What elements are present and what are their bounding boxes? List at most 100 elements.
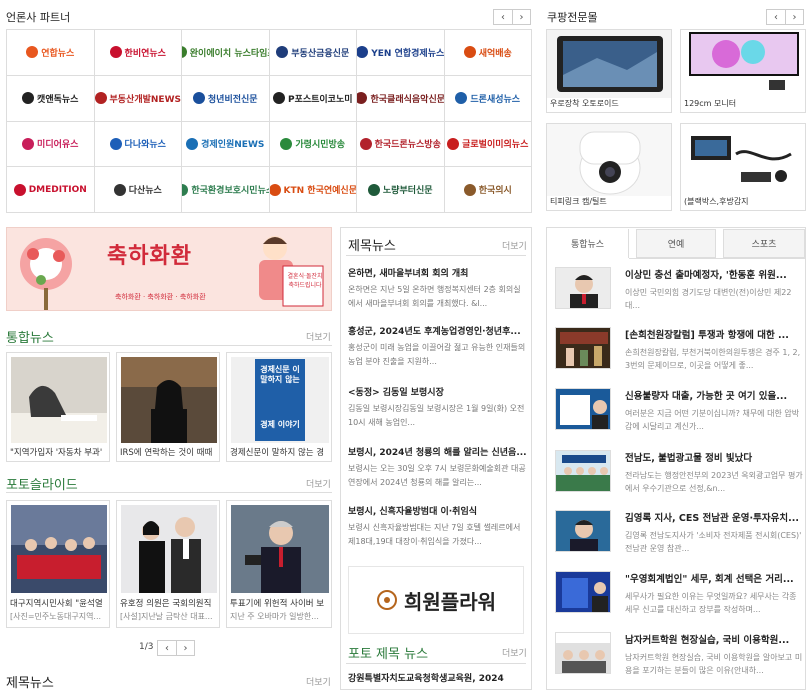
slide-prev-button[interactable]: ‹	[158, 641, 176, 655]
right-news-item[interactable]: 김영록 지사, CES 전남관 운영·투자유치... 김영록 전남도지사가 '소…	[555, 510, 803, 556]
news-headline[interactable]: 이상민 충선 출마예정자, '한동훈 위원...	[625, 267, 803, 281]
bottom-title-news-more-link[interactable]: 더보기	[306, 675, 331, 688]
partner-logo-icon	[447, 137, 460, 150]
coupang-product[interactable]: 티피링크 캠/틸트	[546, 123, 672, 211]
news-headline[interactable]: 보령시, 2024년 청룡의 해를 알리는 신년음...	[348, 445, 526, 458]
product-label: 티피링크 캠/틸트	[550, 197, 607, 206]
title-news-item[interactable]: 보령시, 2024년 청룡의 해를 알리는 신년음... 보령시는 오는 30일…	[348, 445, 526, 490]
partner-logo-icon	[94, 92, 107, 105]
news-headline[interactable]: 전남도, 불법광고물 정비 빛났다	[625, 450, 803, 464]
partner-logo[interactable]: 완이에이치 뉴스타임즈	[182, 30, 270, 76]
partner-logo[interactable]: 가령시민방송	[269, 121, 357, 168]
right-news-item[interactable]: 전남도, 불법광고물 정비 빛났다 전라남도는 행정안전부의 2023년 옥외광…	[555, 450, 803, 496]
ad-text: 희원플라워	[404, 589, 496, 614]
partner-logo[interactable]: 미디어유스	[7, 121, 95, 168]
photo-title-news-headline[interactable]: 강원특별자치도교육청학생교육원, 2024	[348, 671, 526, 684]
right-news-item[interactable]: 남자커트학원 현장실습, 국비 이용학원... 남자커트학원 현장실습, 국비 …	[555, 632, 803, 678]
integrated-more-link[interactable]: 더보기	[306, 330, 331, 343]
partner-logo[interactable]: 부동산개발NEWS	[94, 75, 182, 122]
title-news-item[interactable]: 홍성군, 2024년도 후계농업경영인·청년후... 홍성군이 미래 농업을 이…	[348, 324, 526, 369]
partner-logo[interactable]: 새억배송	[444, 30, 532, 76]
partners-title: 언론사 파트너	[6, 11, 71, 24]
partner-logo[interactable]: 한비연뉴스	[94, 30, 182, 76]
partner-logo[interactable]: DMEDITION	[7, 167, 95, 213]
news-headline[interactable]: 남자커트학원 현장실습, 국비 이용학원...	[625, 632, 803, 646]
partner-logo[interactable]: YEN 연합경제뉴스	[357, 30, 445, 76]
tab-entertainment[interactable]: 연예	[636, 229, 716, 258]
right-news-item[interactable]: 신용불량자 대출, 가능한 곳 여기 있을... 여러분은 지금 어떤 기분이십…	[555, 388, 803, 434]
integrated-card[interactable]: 경제신문 이 말하지 않는 경제 이야기 경제신문이 말하지 않는 경	[226, 352, 332, 462]
flower-ad-banner[interactable]: 희원플라워	[348, 566, 524, 634]
news-photo	[11, 505, 107, 593]
title-news-item[interactable]: <동정> 김동일 보령시장 김동일 보령시장김동일 보령시장은 1월 9일(화)…	[348, 385, 526, 430]
partner-logo-text: 노량부터신문	[382, 186, 433, 197]
wreath-banner[interactable]: 축하화환 축하화환 · 축하화환 · 축하화환 결혼식·돌잔치 축하드립니다	[6, 227, 332, 311]
blackbox-image	[681, 124, 805, 196]
right-news-item[interactable]: "우영회계법인" 세무, 회계 선택은 거리... 세무사가 필요한 이유는 무…	[555, 571, 803, 617]
camera-image	[547, 124, 671, 196]
partners-next-button[interactable]: ›	[512, 10, 530, 24]
right-news-item[interactable]: 이상민 충선 출마예정자, '한동훈 위원... 이상민 국민의힘 경기도당 대…	[555, 267, 803, 313]
news-headline[interactable]: 홍성군, 2024년도 후계농업경영인·청년후...	[348, 324, 526, 337]
photo-slide-card[interactable]: 투표기에 위헌적 사이버 보 지난 주 오바마가 일방한...	[226, 500, 332, 628]
photo-slide-card[interactable]: 유호정 의원은 국회의원직 [사설]지난날 금탁산 대표...	[116, 500, 220, 628]
title-news-more-link[interactable]: 더보기	[502, 239, 527, 252]
partner-logo-text: 한국드론뉴스방송	[374, 140, 441, 151]
partner-logo[interactable]: 글로벌이미의뉴스	[444, 121, 532, 168]
integrated-title: 통합뉴스	[6, 331, 54, 346]
news-photo	[121, 505, 217, 593]
partner-logo[interactable]: 캣앤독뉴스	[7, 75, 95, 122]
partner-logo[interactable]: 한국드론뉴스방송	[357, 121, 445, 168]
coupang-next-button[interactable]: ›	[785, 10, 803, 24]
partners-prev-button[interactable]: ‹	[494, 10, 512, 24]
partner-logo[interactable]: 청년비전신문	[182, 75, 270, 122]
integrated-card[interactable]: IRS에 연락하는 것이 때때	[116, 352, 220, 462]
partner-logo-icon	[357, 46, 369, 59]
partner-logo-icon	[182, 183, 189, 196]
news-headline[interactable]: 김영록 지사, CES 전남관 운영·투자유치...	[625, 510, 803, 524]
partner-logo[interactable]: 다나와뉴스	[94, 121, 182, 168]
photo-title-news-more-link[interactable]: 더보기	[502, 646, 527, 659]
title-news-item[interactable]: 보령시, 신흑자율방범대 이·취임식 보령시 신흑자율방범대는 지난 7일 호텔…	[348, 504, 526, 549]
photo-slide-more-link[interactable]: 더보기	[306, 477, 331, 490]
wreath-image	[20, 238, 72, 310]
partner-logo[interactable]: KTN 한국연예신문	[269, 167, 357, 213]
card-caption: 대구지역시민사회 "윤석열	[10, 599, 103, 609]
partner-logo[interactable]: 한국환경보호시민뉴스	[182, 167, 270, 213]
news-summary: 보령시 신흑자율방범대는 지난 7일 호텔 썰레르에서 제18대,19대 대장이…	[348, 523, 521, 546]
partner-logo[interactable]: 연합뉴스	[7, 30, 95, 76]
tab-integrated[interactable]: 통합뉴스	[547, 229, 629, 258]
coupang-product[interactable]: 우로장착 오토로이드	[546, 29, 672, 113]
partner-logo[interactable]: 노량부터신문	[357, 167, 445, 213]
news-headline[interactable]: 신용불량자 대출, 가능한 곳 여기 있을...	[625, 388, 803, 402]
coupang-product[interactable]: 129cm 모니터	[680, 29, 806, 113]
news-headline[interactable]: 보령시, 신흑자율방범대 이·취임식	[348, 504, 526, 517]
title-news-item[interactable]: 온하면, 새마을부녀회 회의 개최 온하면은 지난 5일 온하면 행정복지센터 …	[348, 266, 526, 311]
partner-logo[interactable]: 경제인원NEWS	[182, 121, 270, 168]
partner-logo[interactable]: 부동산금융신문	[269, 30, 357, 76]
news-headline[interactable]: 온하면, 새마을부녀회 회의 개최	[348, 266, 526, 279]
news-headline[interactable]: <동정> 김동일 보령시장	[348, 385, 526, 398]
partner-logo-text: P포스트이코노미	[287, 94, 353, 105]
tab-sports[interactable]: 스포츠	[723, 229, 805, 258]
partner-logo[interactable]: 한국의시	[444, 167, 532, 213]
right-news-item[interactable]: [손희천원장칼럼] 투쟁과 항쟁에 대한 ... 손희천원장칼럼, 부천거북이한…	[555, 327, 803, 373]
news-headline[interactable]: "우영회계법인" 세무, 회계 선택은 거리...	[625, 571, 803, 585]
partner-logo[interactable]: P포스트이코노미	[269, 75, 357, 122]
slide-next-button[interactable]: ›	[176, 641, 194, 655]
partner-logo[interactable]: 다산뉴스	[94, 167, 182, 213]
partner-logo[interactable]: 드론새성뉴스	[444, 75, 532, 122]
news-headline[interactable]: [손희천원장칼럼] 투쟁과 항쟁에 대한 ...	[625, 327, 803, 341]
partner-logo[interactable]: 한국클래식음악신문	[357, 75, 445, 122]
slide-pager: ‹ ›	[157, 640, 195, 656]
coupang-product[interactable]: (블랙박스,후방감지	[680, 123, 806, 211]
photo-slide-card[interactable]: 대구지역시민사회 "윤석열 [사진=민주노동대구지역...	[6, 500, 110, 628]
partner-logo-text: 한국의시	[478, 186, 512, 197]
partner-logo-text: 경제인원NEWS	[201, 140, 265, 151]
partner-logo-icon	[182, 46, 187, 59]
news-summary: 보령시는 오는 30일 오후 7시 보령문화예술회관 대공연장에서 2024년 …	[348, 464, 526, 487]
card-caption: 경제신문이 말하지 않는 경	[230, 448, 325, 458]
partner-logo-text: 글로벌이미의뉴스	[462, 140, 529, 151]
integrated-card[interactable]: "지역가입자 '자동차 부과'	[6, 352, 110, 462]
coupang-prev-button[interactable]: ‹	[767, 10, 785, 24]
